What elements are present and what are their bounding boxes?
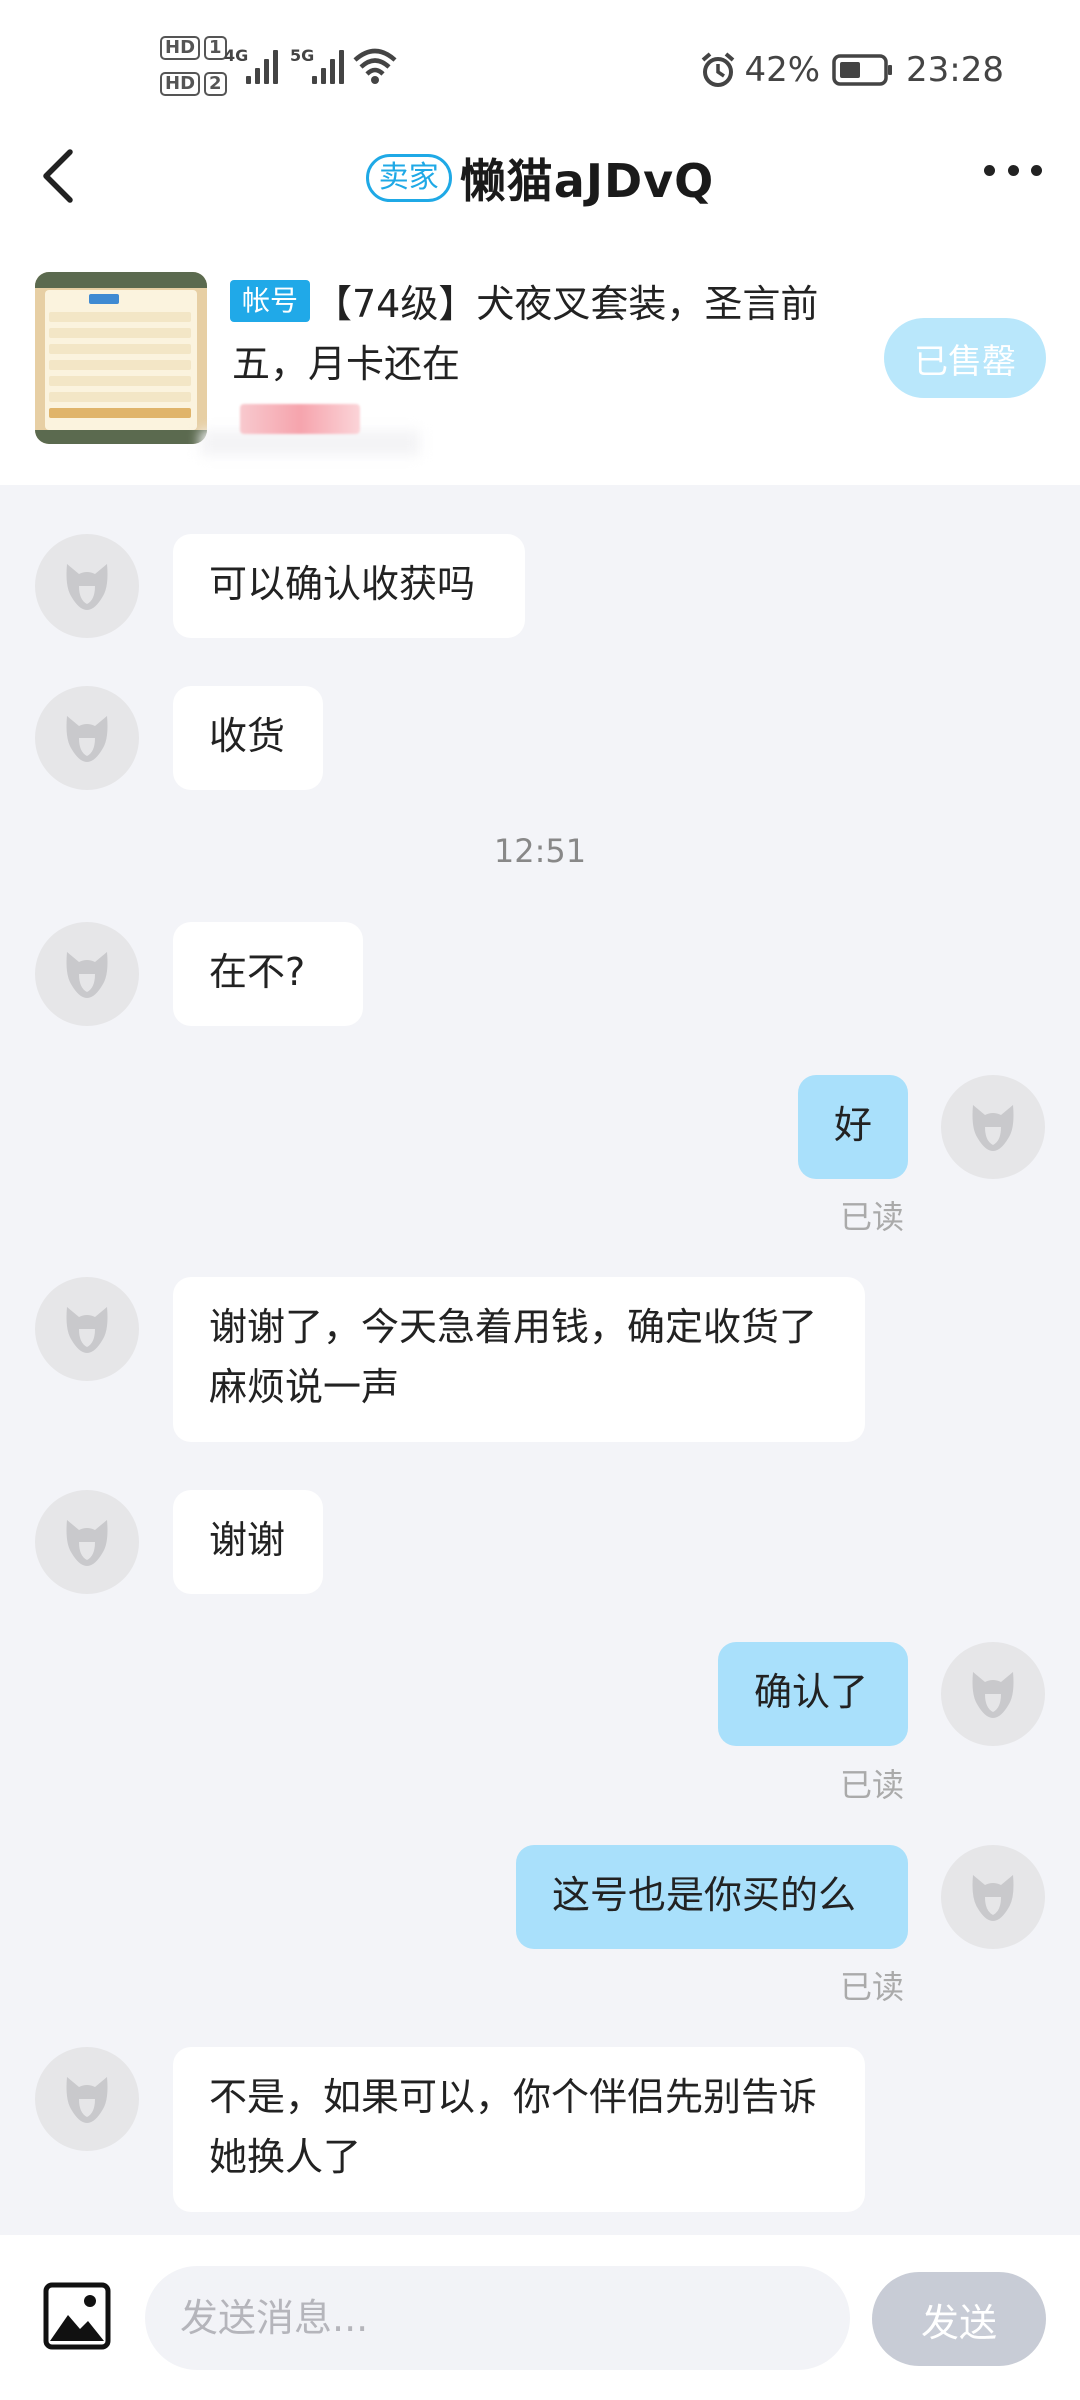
seller-avatar[interactable] (35, 1490, 139, 1594)
incoming-message[interactable]: 可以确认收获吗 (173, 534, 525, 638)
hd-label: HD (160, 72, 201, 96)
seller-badge: 卖家 (365, 154, 452, 202)
message-input[interactable] (145, 2266, 850, 2370)
signal-1-icon (246, 50, 282, 84)
read-status: 已读 (840, 1766, 905, 1804)
cat-avatar-icon (66, 2077, 108, 2123)
signal-2-icon (312, 50, 348, 84)
incoming-message[interactable]: 不是，如果可以，你个伴侣先别告诉她换人了 (173, 2047, 865, 2212)
status-right: 42% 23:28 (698, 48, 1004, 92)
incoming-message[interactable]: 谢谢 (173, 1490, 323, 1594)
sold-out-button[interactable]: 已售罄 (884, 318, 1046, 398)
my-avatar[interactable] (941, 1845, 1045, 1949)
seller-avatar[interactable] (35, 922, 139, 1026)
outgoing-message[interactable]: 确认了 (718, 1642, 908, 1746)
seller-avatar[interactable] (35, 2047, 139, 2151)
incoming-message[interactable]: 谢谢了，今天急着用钱，确定收货了麻烦说一声 (173, 1277, 865, 1442)
product-title: 【74级】犬夜叉套装，圣言前五，月卡还在 (232, 274, 832, 394)
outgoing-message[interactable]: 好 (798, 1075, 908, 1179)
network-type-2: 5G (290, 46, 315, 65)
cat-avatar-icon (66, 952, 108, 998)
seller-avatar[interactable] (35, 534, 139, 638)
my-avatar[interactable] (941, 1642, 1045, 1746)
hd-label: HD (160, 36, 201, 60)
wifi-icon (353, 48, 397, 84)
incoming-message[interactable]: 在不? (173, 922, 363, 1026)
status-bar: HD 1 HD 2 4G 5G 42% 23:28 (0, 0, 1080, 130)
title-bar: 卖家 懒猫aJDvQ (0, 148, 1080, 208)
more-options-icon[interactable] (984, 150, 1042, 190)
network-type-1: 4G (224, 46, 249, 65)
cat-avatar-icon (66, 1520, 108, 1566)
cat-avatar-icon (972, 1672, 1014, 1718)
my-avatar[interactable] (941, 1075, 1045, 1179)
seller-avatar[interactable] (35, 1277, 139, 1381)
seller-avatar[interactable] (35, 686, 139, 790)
alarm-icon (702, 52, 735, 87)
cat-avatar-icon (66, 716, 108, 762)
outgoing-message[interactable]: 这号也是你买的么 (516, 1845, 908, 1949)
battery-percent: 42% (744, 50, 821, 90)
blurred-price (240, 404, 360, 434)
clock: 23:28 (906, 50, 1004, 90)
chat-title: 懒猫aJDvQ (459, 154, 715, 208)
product-thumbnail[interactable] (35, 272, 207, 444)
time-separator: 12:51 (493, 832, 587, 870)
sim2-indicator: HD 2 (160, 72, 231, 96)
product-title-text: 【74级】犬夜叉套装，圣言前五，月卡还在 (232, 282, 819, 386)
read-status: 已读 (840, 1198, 905, 1236)
cat-avatar-icon (972, 1875, 1014, 1921)
image-picker-icon[interactable] (42, 2281, 112, 2351)
sim-number: 2 (204, 72, 227, 96)
battery-icon (832, 54, 893, 86)
cat-avatar-icon (66, 1307, 108, 1353)
send-button[interactable]: 发送 (872, 2272, 1046, 2366)
cat-avatar-icon (972, 1105, 1014, 1151)
read-status: 已读 (840, 1968, 905, 2006)
incoming-message[interactable]: 收货 (173, 686, 323, 790)
cat-avatar-icon (66, 564, 108, 610)
sim1-indicator: HD 1 (160, 36, 231, 60)
